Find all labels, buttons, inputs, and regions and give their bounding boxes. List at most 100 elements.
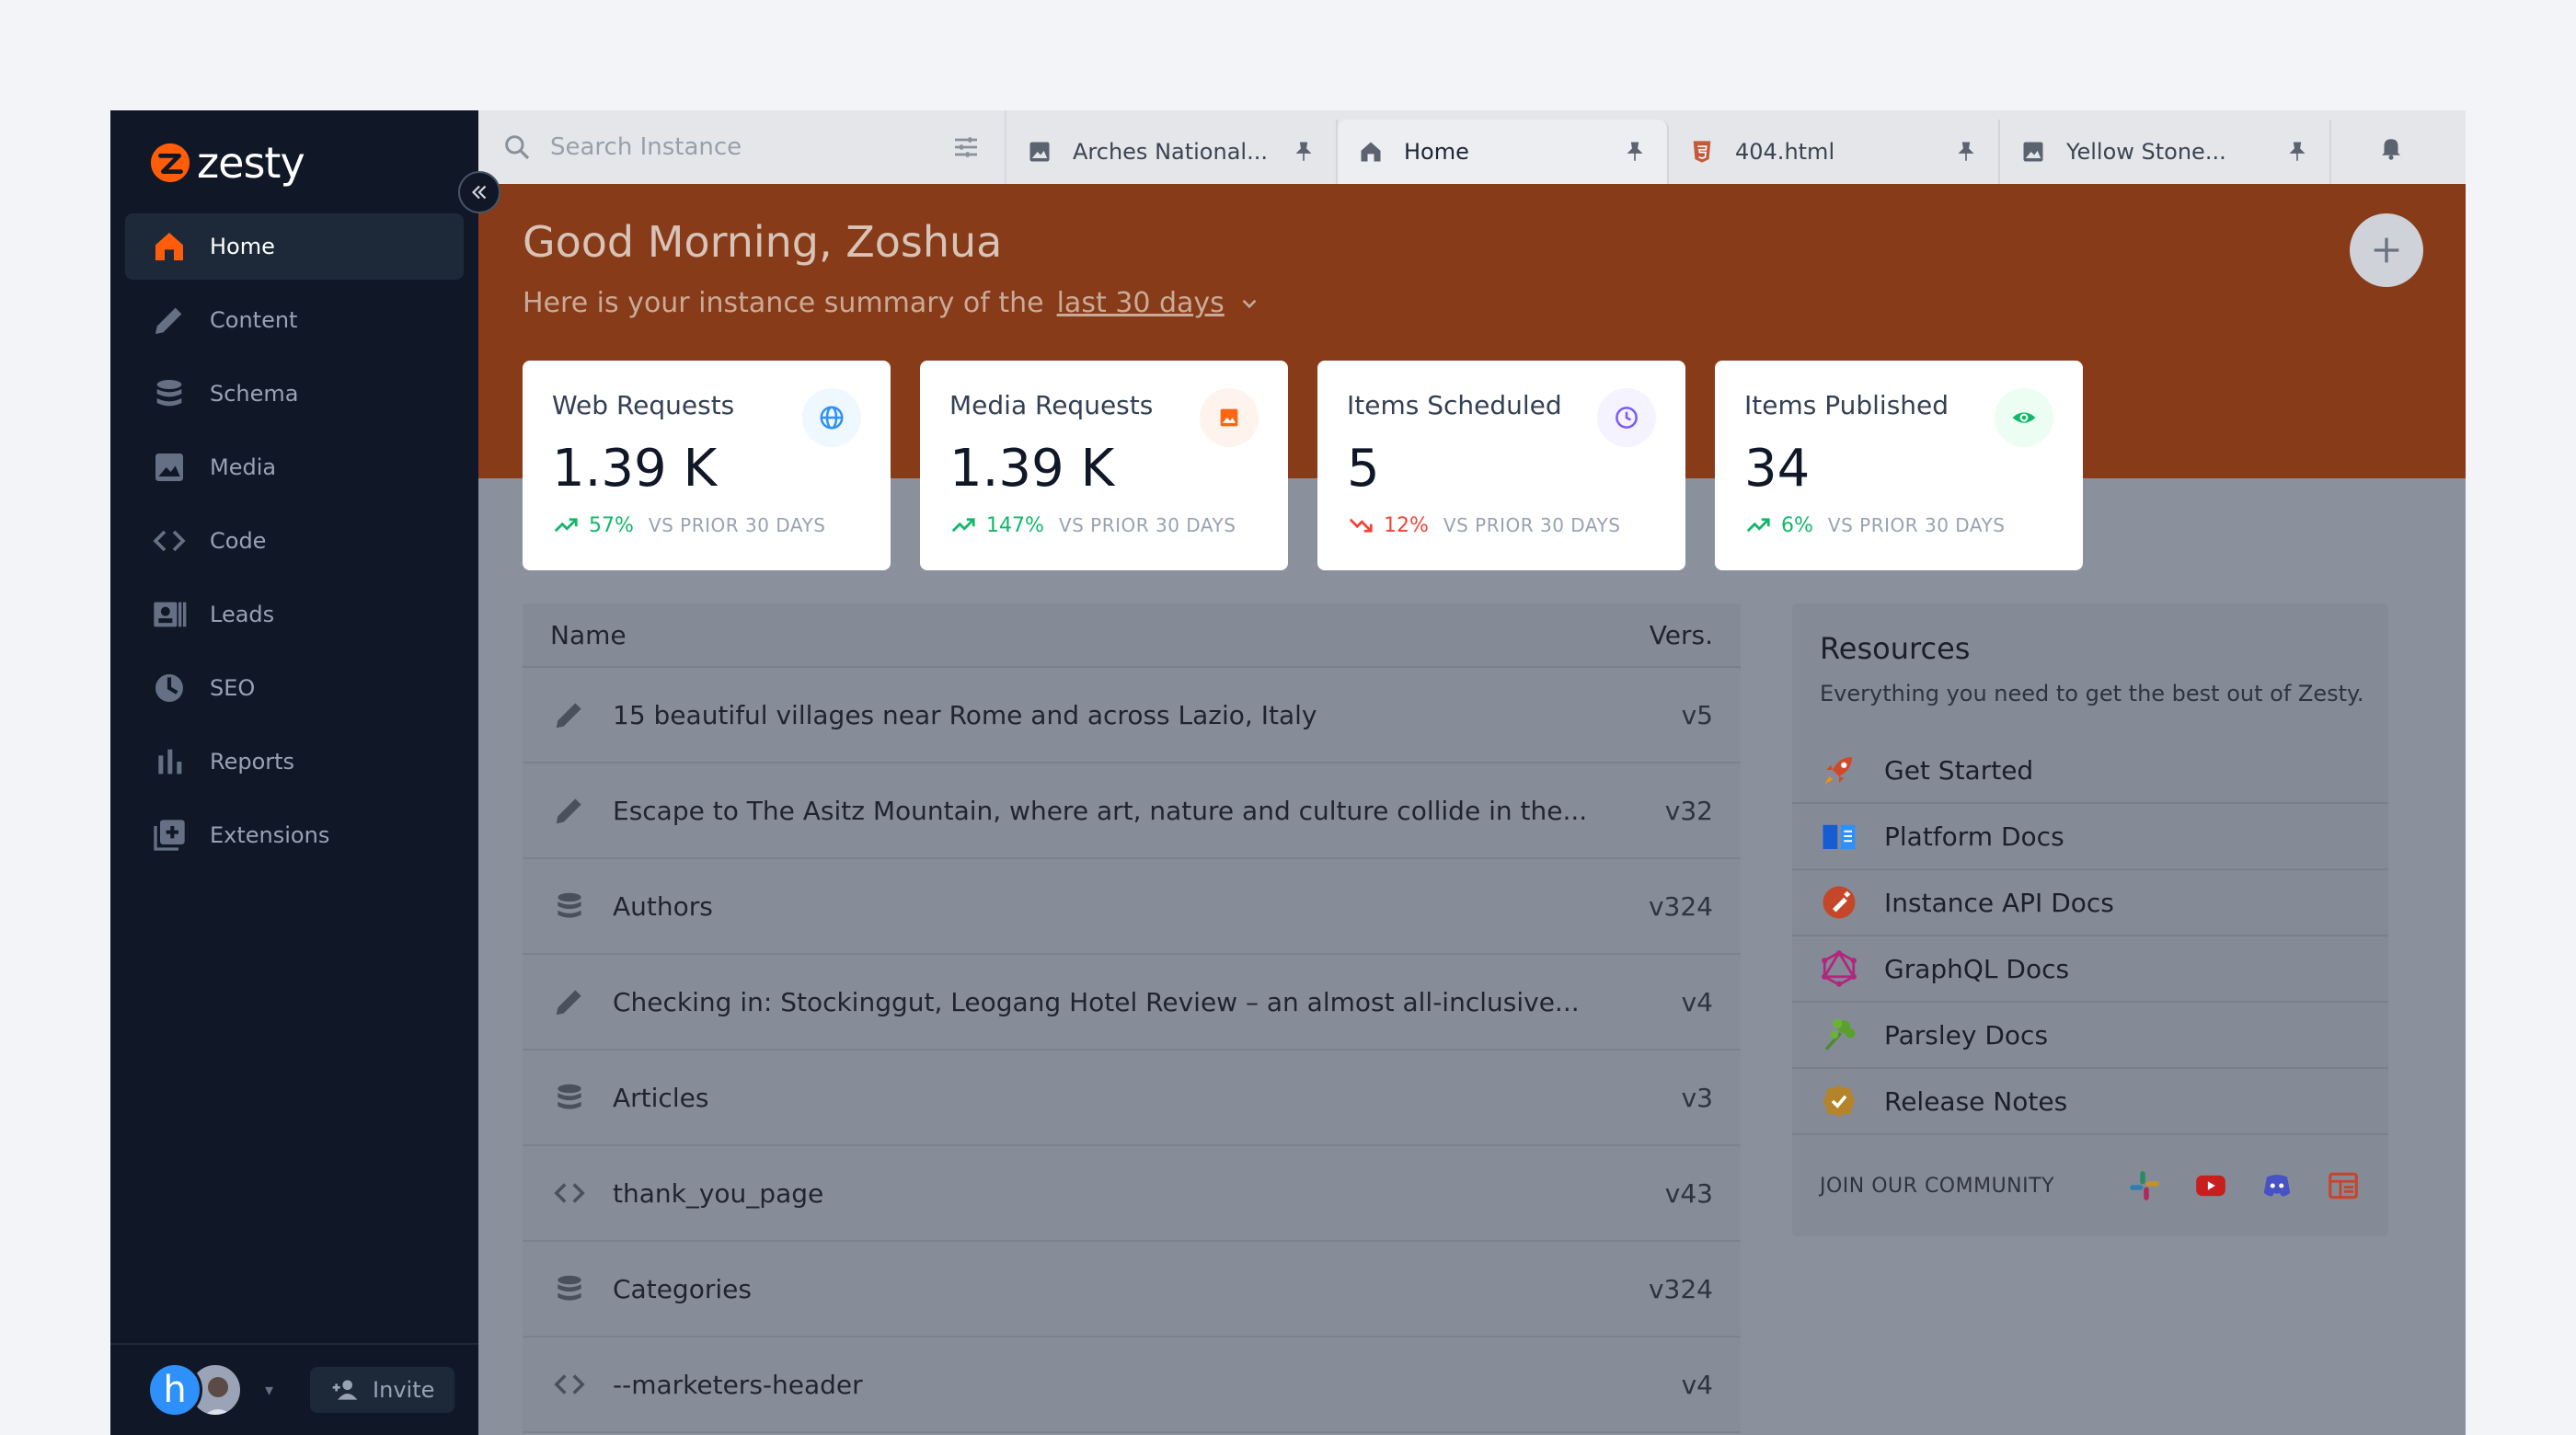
plus-icon xyxy=(2374,237,2399,263)
eye-icon xyxy=(1995,388,2053,447)
greeting-title: Good Morning, Zoshua xyxy=(523,217,1003,267)
metric-value: 34 xyxy=(1744,439,1811,499)
recent-items-table: Name Vers. 15 beautiful villages near Ro… xyxy=(523,603,1741,1433)
zesty-logo[interactable]: zesty xyxy=(149,138,305,188)
metric-trend: 57% VS PRIOR 30 DAYS xyxy=(552,511,861,539)
resource-platform-docs[interactable]: Platform Docs xyxy=(1792,804,2388,870)
table-row[interactable]: Authors v324 xyxy=(523,859,1741,955)
resource-get-started[interactable]: Get Started xyxy=(1792,738,2388,804)
metric-card-items-published[interactable]: Items Published 34 6% VS PRIOR 30 DAYS xyxy=(1715,361,2083,570)
tab-label: Arches National... xyxy=(1073,139,1268,165)
database-icon xyxy=(558,892,581,918)
database-icon xyxy=(558,1275,581,1301)
resource-release-notes[interactable]: Release Notes xyxy=(1792,1069,2388,1135)
invite-label: Invite xyxy=(373,1377,435,1403)
blog-icon[interactable] xyxy=(2326,1168,2361,1203)
resources-subtitle: Everything you need to get the best out … xyxy=(1820,681,2364,706)
row-name: Checking in: Stockinggut, Leogang Hotel … xyxy=(613,986,1580,1017)
table-row[interactable]: Articles v3 xyxy=(523,1050,1741,1146)
notifications-button[interactable] xyxy=(2331,110,2451,184)
sidebar-item-home[interactable]: Home xyxy=(125,213,464,280)
slack-icon[interactable] xyxy=(2127,1168,2162,1203)
sidebar-item-content[interactable]: Content xyxy=(125,287,464,353)
bell-icon xyxy=(2382,139,2400,160)
table-row[interactable]: thank_you_page v43 xyxy=(523,1146,1741,1242)
database-icon xyxy=(558,1084,581,1109)
home-icon xyxy=(155,233,183,260)
metric-card-web-requests[interactable]: Web Requests 1.39 K 57% VS PRIOR 30 DAYS xyxy=(523,361,891,570)
sidebar-item-label: SEO xyxy=(210,675,256,701)
sidebar-item-code[interactable]: Code xyxy=(125,508,464,574)
image-icon xyxy=(1200,388,1259,447)
resource-label: Release Notes xyxy=(1884,1085,2068,1117)
pin-icon[interactable] xyxy=(2285,140,2309,164)
table-row[interactable]: --marketers-header v4 xyxy=(523,1337,1741,1433)
avatar: h xyxy=(147,1362,202,1418)
tab-arches-national[interactable]: Arches National... xyxy=(1006,120,1338,184)
extensions-icon xyxy=(154,820,185,851)
logo-text: zesty xyxy=(197,138,305,188)
metric-card-media-requests[interactable]: Media Requests 1.39 K 147% VS PRIOR 30 D… xyxy=(920,361,1288,570)
pencil-icon xyxy=(556,798,581,824)
sidebar-item-seo[interactable]: SEO xyxy=(125,655,464,721)
resource-instance-api-docs[interactable]: Instance API Docs xyxy=(1792,870,2388,936)
tab-404-html[interactable]: 404.html xyxy=(1669,120,2000,184)
graphql-icon xyxy=(1822,949,1857,987)
row-version: v4 xyxy=(1681,1369,1713,1400)
tab-label: Yellow Stone... xyxy=(2066,139,2226,165)
pin-icon[interactable] xyxy=(1954,140,1978,164)
html5-icon xyxy=(1693,141,1711,163)
metric-comparison: VS PRIOR 30 DAYS xyxy=(1827,514,2006,536)
column-header-version[interactable]: Vers. xyxy=(1650,620,1713,650)
invite-button[interactable]: Invite xyxy=(310,1367,455,1413)
pencil-icon xyxy=(556,703,581,729)
resource-label: Parsley Docs xyxy=(1884,1019,2049,1050)
user-avatars[interactable]: h xyxy=(147,1362,243,1418)
row-name: Articles xyxy=(613,1082,709,1113)
tab-label: 404.html xyxy=(1735,139,1835,165)
trend-up-icon xyxy=(951,518,975,533)
trend-down-icon xyxy=(1349,518,1373,533)
tab-yellow-stone[interactable]: Yellow Stone... xyxy=(2000,120,2331,184)
resource-graphql-docs[interactable]: GraphQL Docs xyxy=(1792,936,2388,1003)
resource-label: GraphQL Docs xyxy=(1884,953,2070,984)
sidebar-item-reports[interactable]: Reports xyxy=(125,729,464,795)
row-name: 15 beautiful villages near Rome and acro… xyxy=(613,699,1317,730)
trend-up-icon xyxy=(554,518,578,533)
sidebar-item-label: Reports xyxy=(210,749,295,775)
pin-icon[interactable] xyxy=(1292,140,1316,164)
create-button[interactable] xyxy=(2350,213,2423,287)
tab-home[interactable]: Home xyxy=(1338,120,1669,184)
metric-card-items-scheduled[interactable]: Items Scheduled 5 12% VS PRIOR 30 DAYS xyxy=(1317,361,1685,570)
row-version: v43 xyxy=(1664,1177,1713,1209)
youtube-icon[interactable] xyxy=(2193,1168,2228,1203)
resource-parsley-docs[interactable]: Parsley Docs xyxy=(1792,1003,2388,1069)
filter-sliders-icon[interactable] xyxy=(951,132,981,162)
code-icon xyxy=(554,1374,585,1395)
globe-icon xyxy=(802,388,861,447)
book-icon xyxy=(1823,824,1856,849)
search-bar[interactable]: Search Instance xyxy=(478,110,1006,184)
caret-down-icon[interactable]: ▾ xyxy=(265,1381,273,1400)
sidebar-item-label: Schema xyxy=(210,381,299,407)
collapse-sidebar-button[interactable] xyxy=(458,171,500,213)
column-header-name[interactable]: Name xyxy=(550,620,627,650)
clock-icon xyxy=(1597,388,1656,447)
table-row[interactable]: Categories v324 xyxy=(523,1242,1741,1337)
table-row[interactable]: Checking in: Stockinggut, Leogang Hotel … xyxy=(523,955,1741,1050)
search-input[interactable]: Search Instance xyxy=(550,133,933,161)
sidebar-item-extensions[interactable]: Extensions xyxy=(125,802,464,868)
discord-icon[interactable] xyxy=(2260,1168,2294,1203)
metric-comparison: VS PRIOR 30 DAYS xyxy=(648,514,826,536)
pin-icon[interactable] xyxy=(1623,140,1647,164)
top-bar: Search Instance Arches National... Home … xyxy=(478,110,2466,184)
chevron-down-icon[interactable] xyxy=(1237,292,1261,316)
date-range-dropdown[interactable]: last 30 days xyxy=(1057,287,1225,319)
table-row[interactable]: Escape to The Asitz Mountain, where art,… xyxy=(523,763,1741,859)
row-version: v324 xyxy=(1648,890,1713,922)
sidebar-item-media[interactable]: Media xyxy=(125,434,464,500)
sidebar-item-leads[interactable]: Leads xyxy=(125,581,464,648)
table-row[interactable]: 15 beautiful villages near Rome and acro… xyxy=(523,668,1741,763)
sidebar-item-schema[interactable]: Schema xyxy=(125,361,464,427)
metric-cards: Web Requests 1.39 K 57% VS PRIOR 30 DAYS… xyxy=(523,361,2083,570)
